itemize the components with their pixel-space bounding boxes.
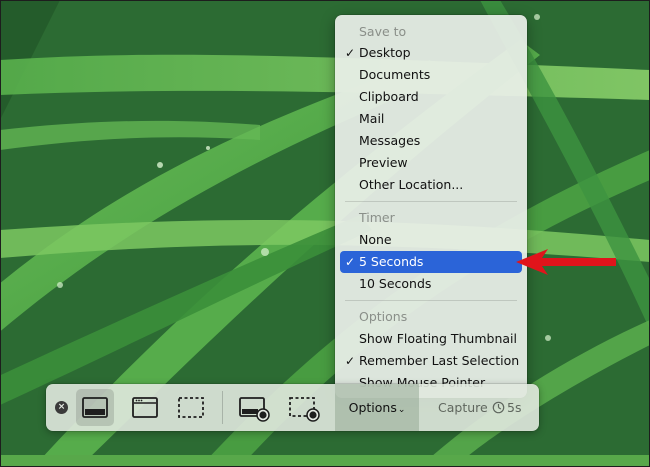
menu-item-label: 10 Seconds: [359, 276, 432, 291]
timer-duration-label: 5s: [507, 400, 522, 415]
record-selection-icon: [289, 397, 320, 422]
menu-item-timer-10-seconds[interactable]: 10 Seconds: [340, 273, 522, 295]
chevron-down-icon: ⌄: [397, 405, 406, 415]
red-arrow-icon: [516, 249, 616, 275]
menu-item-label: Clipboard: [359, 89, 419, 104]
checkmark-icon: ✓: [345, 255, 356, 269]
menu-item-label: Show Floating Thumbnail: [359, 331, 517, 346]
capture-window-icon: [132, 397, 158, 418]
menu-item-clipboard[interactable]: Clipboard: [340, 86, 522, 108]
screenshot-toolbar: × Options⌄ Capture 5s: [46, 384, 539, 431]
capture-options-menu: Save to ✓ Desktop Documents Clipboard Ma…: [335, 15, 527, 398]
menu-item-label: Desktop: [359, 45, 411, 60]
menu-separator: [345, 201, 517, 202]
menu-header-save-to: Save to: [359, 24, 407, 39]
menu-item-timer-5-seconds[interactable]: ✓ 5 Seconds: [340, 251, 522, 273]
menu-item-timer-none[interactable]: None: [340, 229, 522, 251]
options-button[interactable]: Options⌄: [335, 384, 419, 431]
menu-item-label: Other Location...: [359, 177, 464, 192]
capture-selection-icon: [178, 397, 204, 418]
menu-item-show-floating-thumbnail[interactable]: Show Floating Thumbnail: [340, 328, 522, 350]
record-entire-screen-icon: [239, 397, 270, 422]
menu-separator: [345, 300, 517, 301]
menu-item-mail[interactable]: Mail: [340, 108, 522, 130]
checkmark-icon: ✓: [345, 46, 356, 60]
menu-item-label: Remember Last Selection: [359, 353, 520, 368]
options-button-label: Options: [348, 400, 397, 415]
menu-item-messages[interactable]: Messages: [340, 130, 522, 152]
menu-header-options: Options: [359, 309, 408, 324]
menu-item-label: Documents: [359, 67, 431, 82]
menu-item-label: Mail: [359, 111, 385, 126]
menu-item-label: 5 Seconds: [359, 254, 424, 269]
checkmark-icon: ✓: [345, 354, 356, 368]
record-entire-screen-button[interactable]: [234, 389, 272, 426]
menu-item-label: Preview: [359, 155, 408, 170]
menu-item-label: Messages: [359, 133, 421, 148]
menu-item-remember-last-selection[interactable]: ✓ Remember Last Selection: [340, 350, 522, 372]
menu-header-timer: Timer: [359, 210, 395, 225]
menu-item-preview[interactable]: Preview: [340, 152, 522, 174]
timer-icon: [492, 401, 505, 414]
menu-item-desktop[interactable]: ✓ Desktop: [340, 42, 522, 64]
record-selection-button[interactable]: [284, 389, 322, 426]
capture-button[interactable]: Capture 5s: [424, 384, 534, 431]
capture-selection-button[interactable]: [172, 389, 210, 426]
capture-window-button[interactable]: [126, 389, 164, 426]
menu-item-documents[interactable]: Documents: [340, 64, 522, 86]
menu-item-other-location[interactable]: Other Location...: [340, 174, 522, 196]
toolbar-divider: [222, 391, 223, 424]
capture-entire-screen-button[interactable]: [76, 389, 114, 426]
close-icon[interactable]: ×: [55, 401, 68, 414]
capture-entire-screen-icon: [82, 397, 108, 418]
capture-button-label: Capture: [438, 400, 488, 415]
menu-item-label: None: [359, 232, 392, 247]
